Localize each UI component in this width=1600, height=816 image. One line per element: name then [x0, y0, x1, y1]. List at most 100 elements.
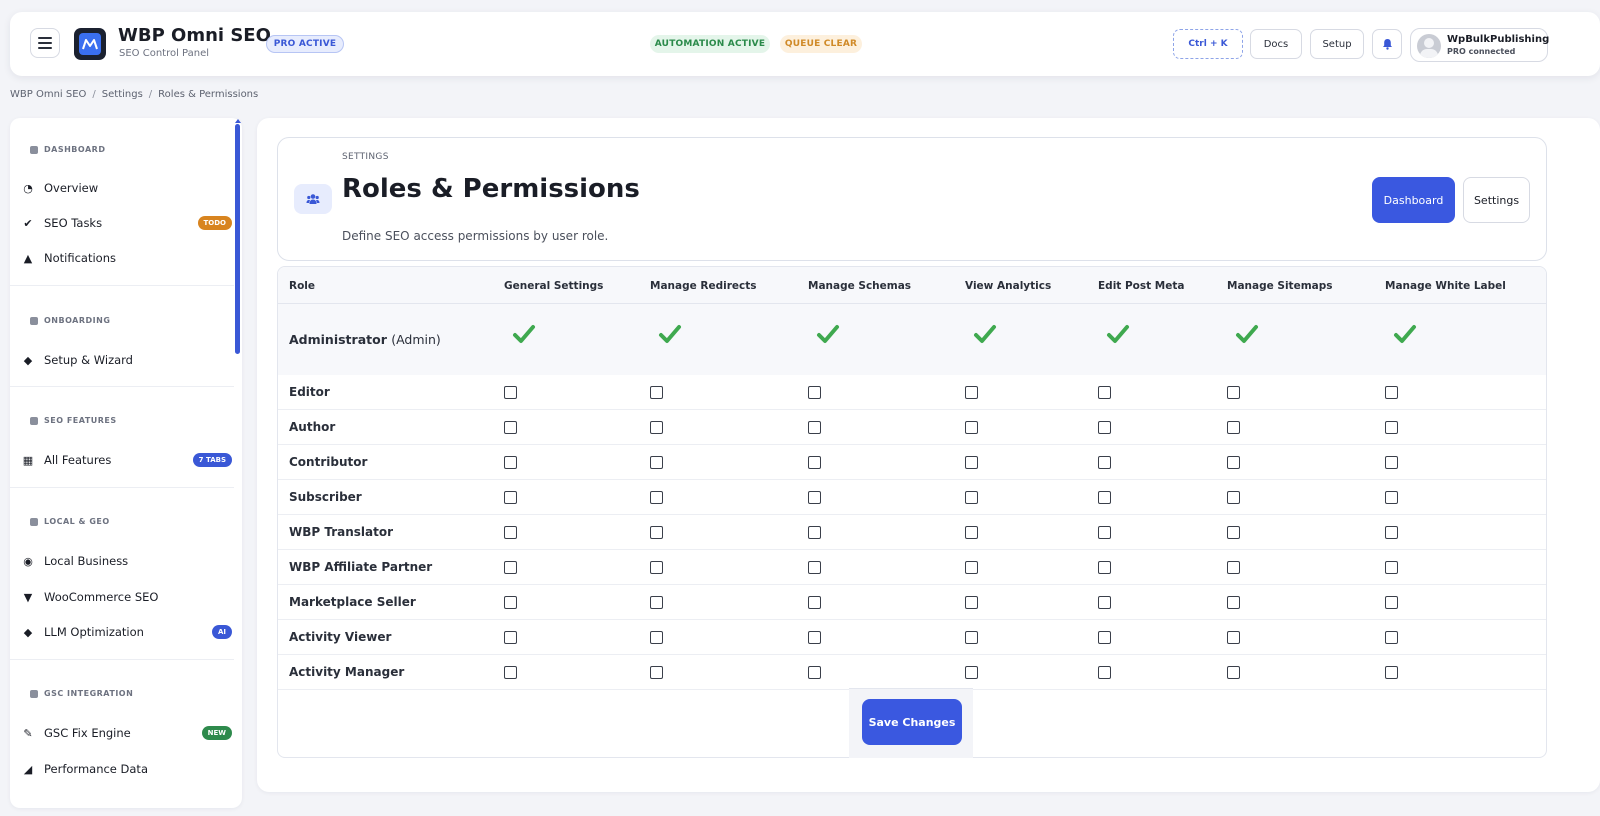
permission-checkbox[interactable]: [808, 631, 821, 644]
cart-icon: ▼: [23, 590, 33, 604]
permission-checkbox[interactable]: [1385, 561, 1398, 574]
permission-checkbox[interactable]: [1098, 561, 1111, 574]
permission-checkbox[interactable]: [1385, 631, 1398, 644]
permission-checkbox[interactable]: [1227, 456, 1240, 469]
permission-checkbox[interactable]: [650, 666, 663, 679]
sidebar-item-all-features[interactable]: ▦ All Features 7 TABS: [22, 447, 232, 473]
permission-checkbox[interactable]: [965, 561, 978, 574]
permission-checkbox[interactable]: [1098, 491, 1111, 504]
permission-checkbox[interactable]: [1385, 491, 1398, 504]
column-header-manage-sitemaps: Manage Sitemaps: [1227, 280, 1333, 292]
sidebar-scrollbar[interactable]: [235, 124, 240, 354]
permission-checkbox[interactable]: [1227, 561, 1240, 574]
permission-checkbox[interactable]: [965, 596, 978, 609]
gauge-icon: ◔: [23, 181, 33, 195]
setup-button[interactable]: Setup: [1310, 29, 1364, 59]
permission-checkbox[interactable]: [808, 666, 821, 679]
permission-checkbox[interactable]: [1385, 526, 1398, 539]
sidebar-item-overview[interactable]: ◔ Overview: [22, 175, 232, 201]
queue-status-badge: QUEUE CLEAR: [780, 35, 862, 53]
permission-checkbox[interactable]: [650, 596, 663, 609]
permission-checkbox[interactable]: [1227, 596, 1240, 609]
permission-checkbox[interactable]: [1227, 631, 1240, 644]
permission-checkbox[interactable]: [808, 561, 821, 574]
permission-checkbox[interactable]: [504, 526, 517, 539]
permission-checkbox[interactable]: [1385, 596, 1398, 609]
permission-checkbox[interactable]: [965, 491, 978, 504]
permission-checkbox[interactable]: [965, 631, 978, 644]
permission-checkbox[interactable]: [965, 386, 978, 399]
permission-checkbox[interactable]: [504, 631, 517, 644]
permission-checkbox[interactable]: [504, 456, 517, 469]
permission-checkbox[interactable]: [1227, 666, 1240, 679]
save-changes-button[interactable]: Save Changes: [862, 699, 962, 745]
permission-checkbox[interactable]: [808, 421, 821, 434]
breadcrumb-home[interactable]: WBP Omni SEO: [10, 89, 86, 100]
grid-icon: [30, 416, 38, 425]
sidebar-item-woocommerce-seo[interactable]: ▼ WooCommerce SEO: [22, 584, 232, 610]
notifications-button[interactable]: [1372, 29, 1402, 59]
menu-toggle-button[interactable]: [30, 28, 60, 58]
users-icon: [294, 184, 332, 214]
sidebar-item-gsc-fix-engine[interactable]: ✎ GSC Fix Engine NEW: [22, 720, 232, 746]
permission-checkbox[interactable]: [1098, 456, 1111, 469]
permission-checkbox[interactable]: [1385, 456, 1398, 469]
sidebar-item-llm-optimization[interactable]: ◆ LLM Optimization AI: [22, 619, 232, 645]
permission-checkbox[interactable]: [504, 421, 517, 434]
permission-checkbox[interactable]: [650, 526, 663, 539]
sidebar-item-local-business[interactable]: ◉ Local Business: [22, 548, 232, 574]
permission-checkbox[interactable]: [965, 526, 978, 539]
permission-checkbox[interactable]: [1227, 491, 1240, 504]
settings-button[interactable]: Settings: [1463, 177, 1530, 223]
permission-checkbox[interactable]: [1385, 666, 1398, 679]
permission-checkbox[interactable]: [650, 631, 663, 644]
permission-checkbox[interactable]: [1227, 526, 1240, 539]
permission-checkbox[interactable]: [504, 491, 517, 504]
permission-checkbox[interactable]: [1385, 421, 1398, 434]
breadcrumb: WBP Omni SEO / Settings / Roles & Permis…: [10, 89, 259, 100]
permission-checkbox[interactable]: [808, 526, 821, 539]
permission-checkbox[interactable]: [808, 456, 821, 469]
command-palette-button[interactable]: Ctrl + K: [1173, 29, 1243, 59]
permission-checkbox[interactable]: [808, 596, 821, 609]
sidebar-item-notifications[interactable]: ▲ Notifications: [22, 245, 232, 271]
permission-checkbox[interactable]: [965, 421, 978, 434]
permission-checkbox[interactable]: [1098, 526, 1111, 539]
permission-checkbox[interactable]: [504, 561, 517, 574]
permission-checkbox[interactable]: [808, 491, 821, 504]
sidebar-item-seo-tasks[interactable]: ✔ SEO Tasks TODO: [22, 210, 232, 236]
permission-checkbox[interactable]: [1098, 596, 1111, 609]
sidebar-item-performance-data[interactable]: ◢ Performance Data: [22, 756, 232, 782]
permission-checkbox[interactable]: [504, 386, 517, 399]
user-account-menu[interactable]: WpBulkPublishing PRO connected: [1410, 28, 1549, 62]
permission-checkbox[interactable]: [650, 421, 663, 434]
permission-checkbox[interactable]: [650, 386, 663, 399]
sidebar-item-setup-wizard[interactable]: ◆ Setup & Wizard: [22, 347, 232, 373]
check-circle-icon: ✔: [23, 216, 33, 230]
table-row-administrator: Administrator (Admin): [278, 304, 1546, 375]
permission-checkbox[interactable]: [650, 491, 663, 504]
permission-checkbox[interactable]: [808, 386, 821, 399]
role-name: Marketplace Seller: [289, 595, 416, 609]
dashboard-button[interactable]: Dashboard: [1372, 177, 1455, 223]
permission-checkbox[interactable]: [1385, 386, 1398, 399]
permission-checkbox[interactable]: [1098, 666, 1111, 679]
permission-checkbox[interactable]: [1227, 386, 1240, 399]
permission-checkbox[interactable]: [965, 666, 978, 679]
permission-checkbox[interactable]: [1098, 421, 1111, 434]
permission-checkbox[interactable]: [1098, 386, 1111, 399]
permission-checkbox[interactable]: [650, 561, 663, 574]
role-name: Activity Viewer: [289, 630, 392, 644]
permission-checkbox[interactable]: [965, 456, 978, 469]
checkmark-icon: [1107, 325, 1129, 343]
permission-checkbox[interactable]: [1227, 421, 1240, 434]
docs-button[interactable]: Docs: [1250, 29, 1302, 59]
permission-checkbox[interactable]: [504, 666, 517, 679]
breadcrumb-settings[interactable]: Settings: [102, 89, 143, 100]
checkmark-icon: [974, 325, 996, 343]
permission-checkbox[interactable]: [650, 456, 663, 469]
permission-checkbox[interactable]: [504, 596, 517, 609]
table-row: Editor: [278, 375, 1546, 410]
permission-checkbox[interactable]: [1098, 631, 1111, 644]
scroll-up-arrow[interactable]: [235, 119, 241, 123]
